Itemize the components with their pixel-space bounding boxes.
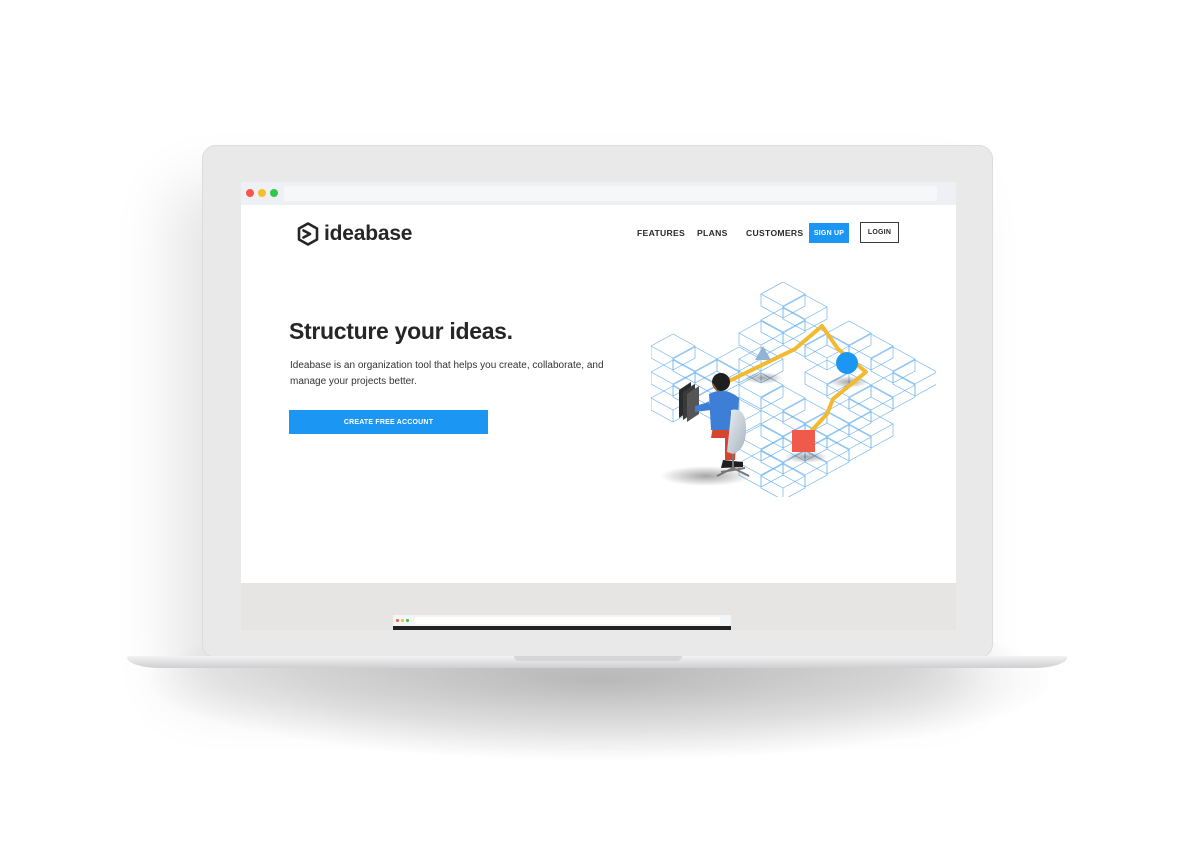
minimize-dot-icon[interactable]	[258, 189, 266, 197]
hero-title: Structure your ideas.	[289, 318, 513, 344]
create-account-button[interactable]: CREATE FREE ACCOUNT	[289, 410, 488, 434]
hero-description: Ideabase is an organization tool that he…	[290, 360, 604, 387]
cube-outline	[760, 282, 806, 307]
laptop-screen: ideabase FEATURES PLANS CUSTOMERS SIGN U…	[241, 182, 956, 630]
mini-minimize-dot-icon	[401, 619, 404, 622]
square-shadow	[784, 451, 828, 463]
cube-outline	[892, 359, 936, 385]
desk-monitor	[679, 382, 699, 422]
ideabase-logo[interactable]: ideabase	[297, 222, 412, 246]
hero-illustration	[651, 282, 936, 497]
laptop-notch	[514, 656, 682, 661]
next-section	[241, 583, 956, 630]
logo-wordmark: ideabase	[324, 222, 413, 245]
mini-close-dot-icon	[396, 619, 399, 622]
mini-maximize-dot-icon	[406, 619, 409, 622]
address-bar[interactable]	[284, 186, 937, 201]
nav-plans-link[interactable]: PLANS	[697, 228, 728, 238]
mini-header-bar	[393, 626, 731, 630]
triangle-shadow	[743, 372, 783, 384]
cube-outline	[651, 333, 696, 359]
ideabase-logo-icon	[297, 222, 319, 246]
mini-browser-chrome	[393, 615, 731, 626]
mini-browser-preview	[393, 615, 731, 630]
maximize-dot-icon[interactable]	[270, 189, 278, 197]
login-button[interactable]: LOGIN	[860, 222, 899, 243]
close-dot-icon[interactable]	[246, 189, 254, 197]
nav-features-link[interactable]: FEATURES	[637, 228, 685, 238]
signup-button[interactable]: SIGN UP	[809, 223, 849, 243]
nav-customers-link[interactable]: CUSTOMERS	[746, 228, 803, 238]
square-shape	[792, 430, 815, 452]
browser-chrome	[241, 182, 956, 205]
mini-address-bar	[415, 617, 720, 624]
circle-shape	[836, 352, 858, 374]
